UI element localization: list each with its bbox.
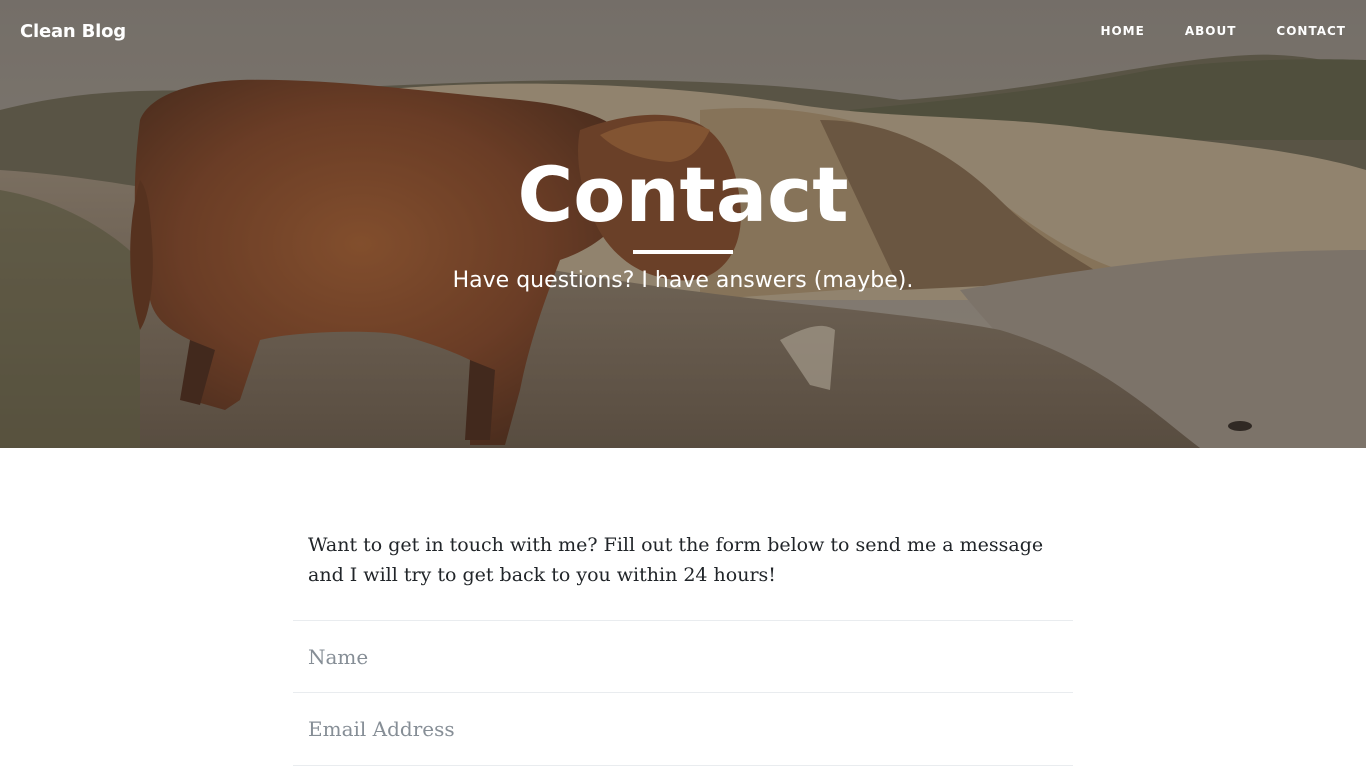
main-content: Want to get in touch with me? Fill out t…: [0, 448, 1366, 768]
email-input[interactable]: [293, 717, 1073, 741]
masthead: Clean Blog HOME ABOUT CONTACT Contact Ha…: [0, 0, 1366, 448]
nav-item-contact: CONTACT: [1236, 16, 1346, 46]
nav-link-home[interactable]: HOME: [1100, 16, 1144, 46]
nav-item-about: ABOUT: [1145, 16, 1237, 46]
nav-link-about[interactable]: ABOUT: [1185, 16, 1237, 46]
brand-link[interactable]: Clean Blog: [20, 21, 126, 42]
page-title: Contact: [517, 150, 849, 239]
navbar: Clean Blog HOME ABOUT CONTACT: [0, 0, 1366, 62]
name-input[interactable]: [293, 644, 1073, 669]
page-subheading: Have questions? I have answers (maybe).: [452, 268, 914, 293]
nav-item-home: HOME: [1060, 16, 1144, 46]
content-container: Want to get in touch with me? Fill out t…: [293, 448, 1073, 766]
email-form-group: [293, 693, 1073, 766]
page-heading: Contact Have questions? I have answers (…: [0, 150, 1366, 293]
nav-menu: HOME ABOUT CONTACT: [1060, 16, 1346, 46]
title-divider: [633, 250, 733, 254]
nav-link-contact[interactable]: CONTACT: [1276, 16, 1346, 46]
intro-text: Want to get in touch with me? Fill out t…: [308, 534, 1044, 586]
name-form-group: [293, 620, 1073, 693]
contact-form: [293, 620, 1073, 766]
